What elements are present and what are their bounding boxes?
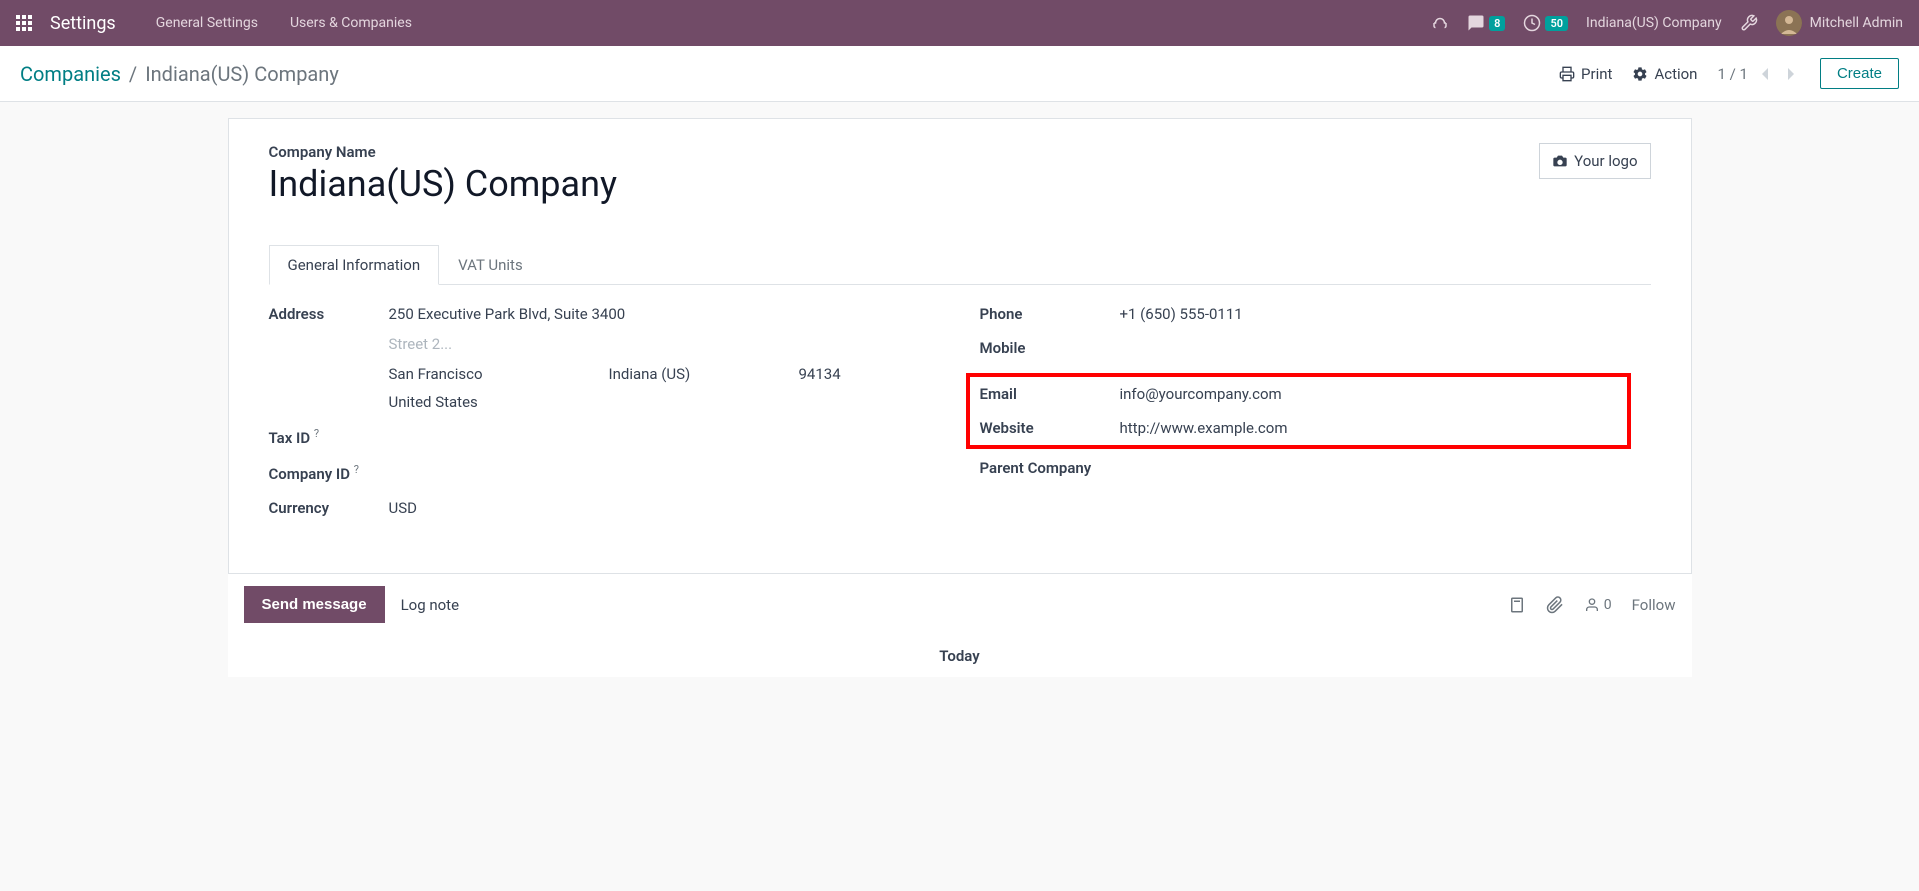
email-field[interactable]: info@yourcompany.com [1120, 385, 1617, 403]
form-right-column: Phone +1 (650) 555-0111 Mobile Email inf… [980, 305, 1651, 533]
zip-field[interactable]: 94134 [799, 365, 899, 383]
pager-next-icon[interactable] [1782, 67, 1800, 81]
company-name-label: Company Name [269, 143, 1540, 161]
top-navbar: Settings General Settings Users & Compan… [0, 0, 1919, 46]
print-icon [1559, 66, 1575, 82]
activities-badge: 50 [1545, 16, 1568, 31]
phone-field[interactable]: +1 (650) 555-0111 [1120, 305, 1651, 323]
action-label: Action [1654, 65, 1697, 83]
phone-icon[interactable] [1431, 14, 1449, 32]
debug-icon[interactable] [1740, 14, 1758, 32]
city-field[interactable]: San Francisco [389, 365, 589, 383]
nav-users-companies[interactable]: Users & Companies [278, 15, 424, 31]
highlight-box: Email info@yourcompany.com Website http:… [966, 373, 1631, 449]
your-logo-button[interactable]: Your logo [1539, 143, 1650, 179]
pager-prev-icon[interactable] [1756, 67, 1774, 81]
pager-value[interactable]: 1 / 1 [1717, 65, 1748, 83]
currency-field[interactable]: USD [389, 499, 940, 517]
book-icon[interactable] [1508, 596, 1526, 614]
street-field[interactable]: 250 Executive Park Blvd, Suite 3400 [389, 305, 940, 323]
company-name-value[interactable]: Indiana(US) Company [269, 163, 1540, 205]
website-label: Website [980, 419, 1120, 437]
camera-icon [1552, 153, 1568, 169]
print-button[interactable]: Print [1559, 65, 1612, 83]
control-panel: Companies / Indiana(US) Company Print Ac… [0, 46, 1919, 102]
today-separator: Today [228, 635, 1692, 677]
parent-company-label: Parent Company [980, 459, 1120, 477]
country-field[interactable]: United States [389, 393, 940, 411]
your-logo-label: Your logo [1574, 152, 1637, 170]
apps-icon[interactable] [16, 15, 32, 31]
company-selector[interactable]: Indiana(US) Company [1586, 15, 1722, 31]
person-icon [1584, 597, 1600, 613]
attachment-icon[interactable] [1546, 596, 1564, 614]
state-field[interactable]: Indiana (US) [609, 365, 779, 383]
messages-icon[interactable]: 8 [1467, 14, 1505, 32]
tab-general-information[interactable]: General Information [269, 245, 440, 285]
mobile-label: Mobile [980, 339, 1120, 357]
username: Mitchell Admin [1810, 15, 1903, 31]
app-title[interactable]: Settings [50, 13, 116, 34]
follow-button[interactable]: Follow [1632, 596, 1676, 614]
currency-label: Currency [269, 499, 389, 517]
send-message-button[interactable]: Send message [244, 586, 385, 623]
follower-count-value: 0 [1604, 597, 1612, 613]
form-sheet: Company Name Indiana(US) Company Your lo… [228, 118, 1692, 574]
phone-label: Phone [980, 305, 1120, 323]
email-label: Email [980, 385, 1120, 403]
tabs: General Information VAT Units [269, 245, 1651, 285]
log-note-button[interactable]: Log note [401, 596, 459, 614]
tab-vat-units[interactable]: VAT Units [439, 245, 542, 285]
gear-icon [1632, 66, 1648, 82]
company-id-label: Company ID ? [269, 463, 389, 483]
pager: 1 / 1 [1717, 65, 1800, 83]
activities-icon[interactable]: 50 [1523, 14, 1568, 32]
print-label: Print [1581, 65, 1612, 83]
form-left-column: Address 250 Executive Park Blvd, Suite 3… [269, 305, 940, 533]
user-menu[interactable]: Mitchell Admin [1776, 10, 1903, 36]
chatter-toolbar: Send message Log note 0 Follow [228, 574, 1692, 635]
nav-general-settings[interactable]: General Settings [144, 15, 270, 31]
create-button[interactable]: Create [1820, 58, 1899, 89]
help-icon[interactable]: ? [354, 463, 359, 476]
avatar [1776, 10, 1802, 36]
messages-badge: 8 [1489, 16, 1505, 31]
help-icon[interactable]: ? [314, 427, 319, 440]
address-label: Address [269, 305, 389, 323]
breadcrumb-companies[interactable]: Companies [20, 62, 121, 86]
breadcrumb-separator: / [129, 62, 137, 86]
followers-button[interactable]: 0 [1584, 597, 1612, 613]
website-field[interactable]: http://www.example.com [1120, 419, 1617, 437]
breadcrumb-current: Indiana(US) Company [145, 62, 339, 86]
action-button[interactable]: Action [1632, 65, 1697, 83]
tax-id-label: Tax ID ? [269, 427, 389, 447]
breadcrumb: Companies / Indiana(US) Company [20, 62, 339, 86]
street2-field[interactable]: Street 2... [389, 335, 940, 353]
